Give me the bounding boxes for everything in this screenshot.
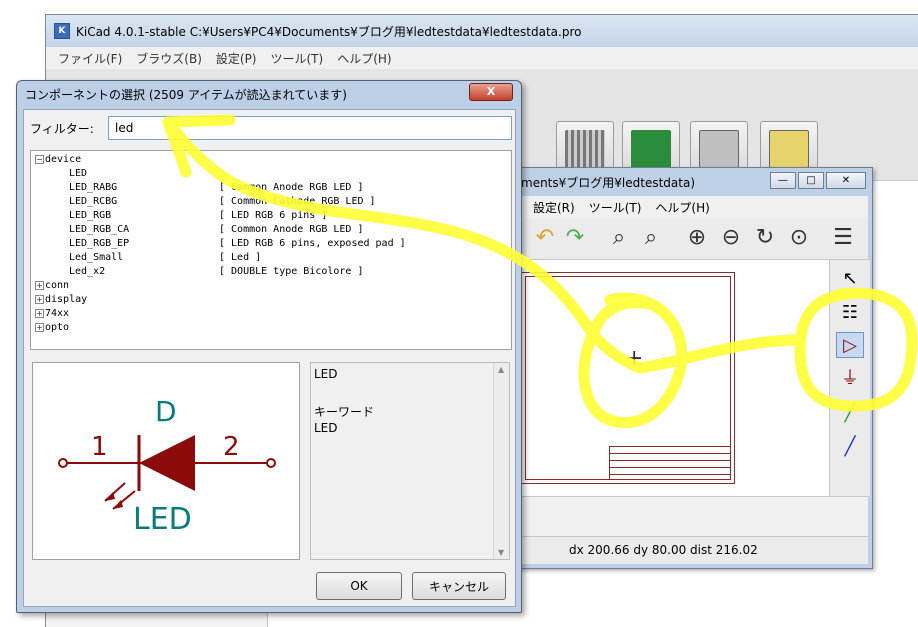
place-component-icon[interactable]: ▷ xyxy=(836,332,864,358)
menu-file[interactable]: ファイル(F) xyxy=(58,50,122,67)
led-symbol: 1 2 D LED xyxy=(58,395,276,537)
tree-library-display[interactable]: + display xyxy=(35,293,87,307)
expand-icon[interactable]: + xyxy=(35,280,44,290)
main-window-title: KiCad 4.0.1-stable C:¥Users¥PC4¥Document… xyxy=(76,24,582,39)
reference-designator: D xyxy=(155,395,177,428)
expand-icon[interactable]: + xyxy=(35,308,44,318)
info-keyword-label: キーワード xyxy=(314,405,375,419)
tree-library-conn[interactable]: + conn xyxy=(35,279,69,293)
menu-settings[interactable]: 設定(P) xyxy=(216,50,257,67)
info-component-name: LED xyxy=(314,367,338,381)
message-panel xyxy=(473,496,868,536)
filter-input[interactable] xyxy=(108,116,512,140)
component-value: LED xyxy=(133,502,192,537)
zoom-in-icon[interactable]: ⊕ xyxy=(683,224,711,252)
collapse-icon[interactable]: − xyxy=(35,154,44,164)
filter-label: フィルター: xyxy=(30,122,94,136)
menu-tools[interactable]: ツール(T) xyxy=(271,50,324,67)
schematic-editor-window: ments¥ブログ用¥ledtestdata) — □ ✕ 設定(R) ツール(… xyxy=(468,167,873,569)
tree-item[interactable]: LED_RCBG[ Common Cathode RGB LED ] xyxy=(69,195,499,209)
zoom-fit-icon[interactable]: ⊙ xyxy=(785,224,813,252)
pin1-number: 1 xyxy=(91,432,108,462)
component-tree[interactable]: − device LED LED_RABG[ Common Anode RGB L… xyxy=(30,150,512,350)
find-replace-icon[interactable]: ⌕ xyxy=(637,224,665,252)
tree-item[interactable]: LED_RGB_EP[ LED RGB 6 pins, exposed pad … xyxy=(69,237,499,251)
place-wire-icon[interactable]: ╱ xyxy=(836,400,864,426)
tree-item[interactable]: LED_RABG[ Common Anode RGB LED ] xyxy=(69,181,499,195)
place-bus-icon[interactable]: ╱ xyxy=(836,434,864,460)
cursor-crosshair-icon: + xyxy=(625,346,644,371)
cancel-button[interactable]: キャンセル xyxy=(412,572,506,600)
menu-help[interactable]: ヘルプ(H) xyxy=(655,199,709,216)
pin1-endpoint xyxy=(58,458,68,468)
scroll-up-icon[interactable]: ▲ xyxy=(498,365,504,374)
hierarchy-icon[interactable]: ☰ xyxy=(829,224,857,252)
schematic-canvas[interactable]: + xyxy=(473,260,829,496)
tree-item[interactable]: LED_RGB[ LED RGB 6 pins ] xyxy=(69,209,499,223)
minimize-icon[interactable]: — xyxy=(770,172,796,189)
maximize-icon[interactable]: □ xyxy=(798,172,824,189)
ok-button[interactable]: OK xyxy=(316,572,402,600)
schematic-toolbar: ↶ ↷ ⌕ ⌕ ⊕ ⊖ ↻ ⊙ ☰ xyxy=(473,218,868,260)
window-controls: — □ ✕ xyxy=(770,172,866,189)
component-chooser-dialog: コンポーネントの選択 (2509 アイテムが読込まれています) X フィルター:… xyxy=(16,80,522,613)
find-icon[interactable]: ⌕ xyxy=(605,224,633,252)
tree-item[interactable]: Led_Small[ Led ] xyxy=(69,251,499,265)
symbol-preview: 1 2 D LED xyxy=(32,362,300,560)
title-block xyxy=(609,446,731,480)
kicad-app-icon: K xyxy=(54,23,70,39)
expand-icon[interactable]: + xyxy=(35,322,44,332)
info-scrollbar[interactable]: ▲ ▼ xyxy=(493,363,509,559)
component-info-panel: LED キーワード LED ▲ ▼ xyxy=(310,362,510,560)
tree-library-opto[interactable]: + opto xyxy=(35,321,69,335)
tree-library-74xx[interactable]: +74xx xyxy=(35,307,69,321)
expand-icon[interactable]: + xyxy=(35,294,44,304)
cursor-distance-readout: dx 200.66 dy 80.00 dist 216.02 xyxy=(569,543,758,557)
undo-icon[interactable]: ↶ xyxy=(531,224,559,252)
dialog-title: コンポーネントの選択 (2509 アイテムが読込まれています) xyxy=(25,87,347,102)
close-icon[interactable]: ✕ xyxy=(826,172,866,189)
diode-triangle xyxy=(139,435,195,491)
menu-help[interactable]: ヘルプ(H) xyxy=(337,50,391,67)
tree-item[interactable]: LED_RGB_CA[ Common Anode RGB LED ] xyxy=(69,223,499,237)
pin2-endpoint xyxy=(266,458,276,468)
info-keyword-value: LED xyxy=(314,421,338,435)
select-arrow-icon[interactable]: ↖ xyxy=(836,266,864,292)
tree-item[interactable]: LED xyxy=(69,167,87,181)
scroll-down-icon[interactable]: ▼ xyxy=(498,548,504,557)
highlight-net-icon[interactable]: ☷ xyxy=(836,300,864,326)
menu-tools[interactable]: ツール(T) xyxy=(589,199,642,216)
status-bar: dx 200.66 dy 80.00 dist 216.02 xyxy=(473,536,868,564)
pin2-number: 2 xyxy=(223,432,240,462)
tree-item[interactable]: Led_x2[ DOUBLE type Bicolore ] xyxy=(69,265,499,279)
menu-browse[interactable]: ブラウズ(B) xyxy=(136,50,202,67)
dialog-body: フィルター: −device LED LED_RABG[ Common Anod… xyxy=(23,109,516,607)
right-toolbar: ↖ ☷ ▷ ⏚ ╱ ╱ xyxy=(829,260,870,496)
main-menubar: ファイル(F) ブラウズ(B) 設定(P) ツール(T) ヘルプ(H) xyxy=(46,47,918,69)
dialog-close-button[interactable]: X xyxy=(469,83,513,101)
redraw-icon[interactable]: ↻ xyxy=(751,224,779,252)
main-titlebar: K KiCad 4.0.1-stable C:¥Users¥PC4¥Docume… xyxy=(46,15,918,47)
schematic-menubar: 設定(R) ツール(T) ヘルプ(H) xyxy=(473,196,868,218)
zoom-out-icon[interactable]: ⊖ xyxy=(717,224,745,252)
menu-preferences[interactable]: 設定(R) xyxy=(533,199,575,216)
tree-library-device[interactable]: − device xyxy=(35,153,81,167)
redo-icon[interactable]: ↷ xyxy=(561,224,589,252)
place-power-icon[interactable]: ⏚ xyxy=(836,366,864,392)
